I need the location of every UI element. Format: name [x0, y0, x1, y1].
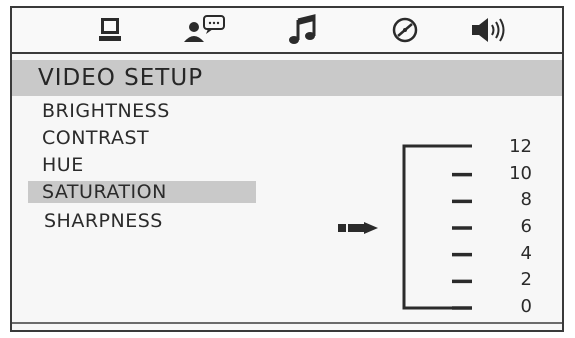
scale-tick-label: 0 [520, 296, 532, 317]
menu-item-contrast[interactable]: CONTRAST [42, 127, 149, 149]
music-note-icon[interactable] [288, 14, 318, 46]
scale-ticks [452, 172, 472, 310]
value-pointer-icon [338, 222, 378, 234]
tab-icon-bar [12, 8, 562, 54]
disc-icon[interactable] [390, 14, 420, 46]
section-header: VIDEO SETUP [12, 60, 562, 96]
user-chat-icon[interactable] [182, 14, 226, 46]
scale-tick-label: 10 [509, 162, 532, 184]
speaker-icon[interactable] [470, 14, 510, 46]
menu-item-brightness[interactable]: BRIGHTNESS [42, 100, 170, 122]
monitor-icon[interactable] [98, 14, 124, 46]
scale-tick-label: 4 [520, 242, 532, 264]
menu-item-hue[interactable]: HUE [42, 154, 84, 176]
bottom-divider [12, 322, 562, 324]
scale-tick-label: 2 [520, 269, 532, 291]
menu-item-sharpness[interactable]: SHARPNESS [44, 210, 163, 232]
scale-tick-label: 8 [520, 189, 532, 211]
video-setup-window: VIDEO SETUP BRIGHTNESS CONTRAST HUE SATU… [10, 6, 564, 332]
menu-item-saturation[interactable]: SATURATION [28, 181, 256, 203]
scale-tick-label: 12 [509, 136, 532, 157]
level-scale[interactable] [322, 126, 472, 316]
page-title: VIDEO SETUP [38, 65, 204, 91]
scale-tick-label: 6 [520, 216, 532, 237]
